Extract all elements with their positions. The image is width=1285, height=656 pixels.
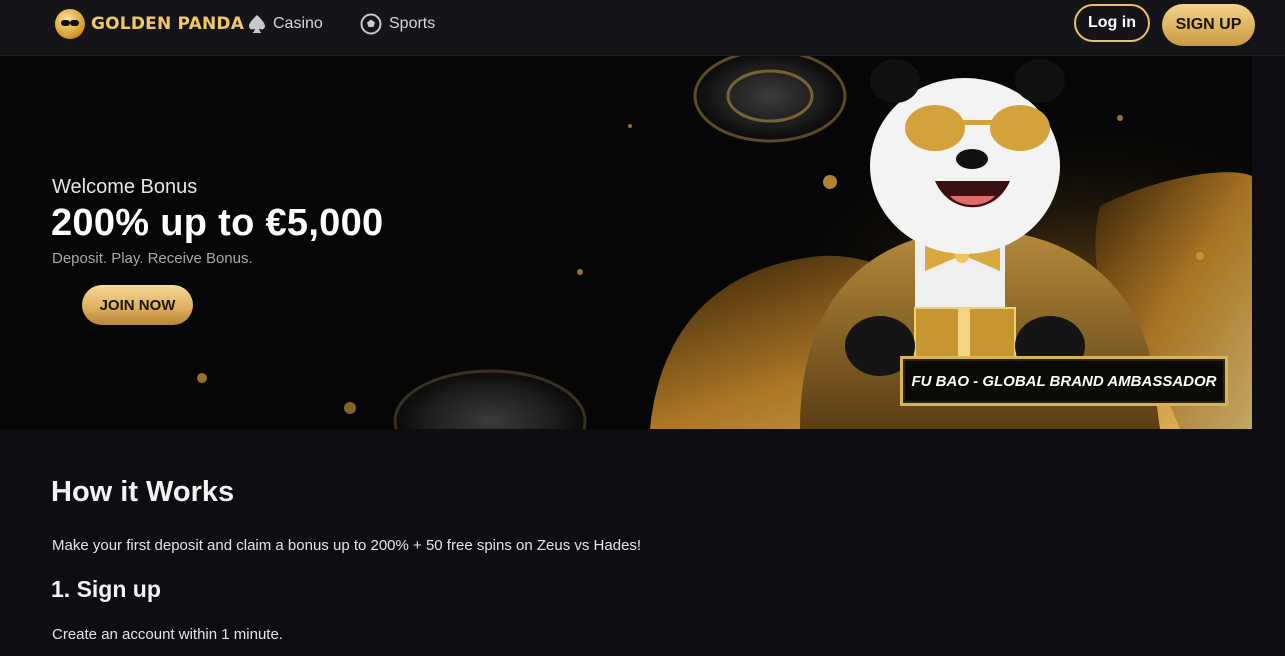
hero-welcome-text: Welcome Bonus [52,176,198,198]
hero-banner: Welcome Bonus 200% up to €5,000 Deposit.… [0,56,1252,429]
nav-sports[interactable]: Sports [360,13,435,35]
spade-icon [247,14,267,34]
step-1-text: Create an account within 1 minute. [52,626,283,643]
step-1-title: 1. Sign up [51,576,161,602]
nav-sports-label: Sports [389,15,436,32]
nav-casino[interactable]: Casino [247,13,323,35]
panda-logo-icon [55,9,85,39]
how-it-works-intro: Make your first deposit and claim a bonu… [52,537,642,554]
soccer-ball-icon [360,13,382,35]
how-it-works-title: How it Works [51,476,235,508]
join-now-button[interactable]: JOIN NOW [82,285,193,325]
login-button[interactable]: Log in [1074,4,1150,42]
nav-casino-label: Casino [273,15,323,32]
hero-subtext: Deposit. Play. Receive Bonus. [52,250,253,267]
ambassador-caption: FU BAO - GLOBAL BRAND AMBASSADOR [900,356,1228,406]
top-navigation: GOLDEN PANDA Casino Sports Log in SIGN U… [0,0,1285,56]
brand-logo[interactable]: GOLDEN PANDA [55,8,244,40]
brand-name: GOLDEN PANDA [91,14,245,34]
hero-headline: 200% up to €5,000 [51,202,384,244]
signup-button[interactable]: SIGN UP [1162,4,1255,46]
